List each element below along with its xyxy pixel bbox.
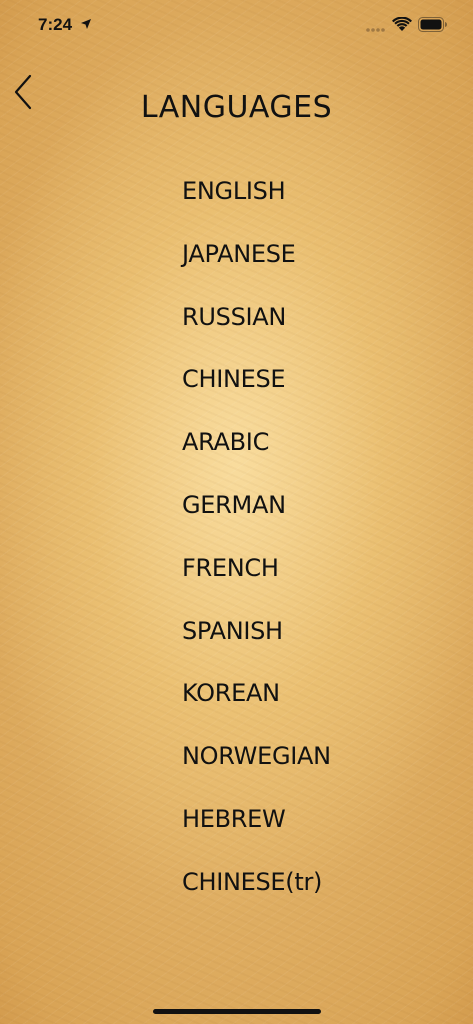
language-item-german[interactable]: GERMAN xyxy=(182,485,331,548)
language-item-norwegian[interactable]: NORWEGIAN xyxy=(182,736,331,799)
wifi-icon xyxy=(392,17,412,31)
language-item-japanese[interactable]: JAPANESE xyxy=(182,234,331,297)
language-item-russian[interactable]: RUSSIAN xyxy=(182,297,331,360)
language-item-french[interactable]: FRENCH xyxy=(182,548,331,611)
language-item-english[interactable]: ENGLISH xyxy=(182,171,331,234)
page-title: LANGUAGES xyxy=(140,90,333,125)
location-arrow-icon xyxy=(81,19,91,29)
home-indicator[interactable] xyxy=(153,1009,321,1014)
language-item-chinese-traditional[interactable]: CHINESE(tr) xyxy=(182,862,331,925)
signal-dots-icon xyxy=(366,28,385,32)
language-item-arabic[interactable]: ARABIC xyxy=(182,422,331,485)
language-item-korean[interactable]: KOREAN xyxy=(182,673,331,736)
language-item-hebrew[interactable]: HEBREW xyxy=(182,799,331,862)
status-bar: 7:24 xyxy=(0,0,473,50)
language-list: ENGLISH JAPANESE RUSSIAN CHINESE ARABIC … xyxy=(182,171,331,925)
language-item-spanish[interactable]: SPANISH xyxy=(182,611,331,674)
language-item-chinese[interactable]: CHINESE xyxy=(182,359,331,422)
battery-icon xyxy=(418,17,447,32)
status-time: 7:24 xyxy=(38,15,73,34)
